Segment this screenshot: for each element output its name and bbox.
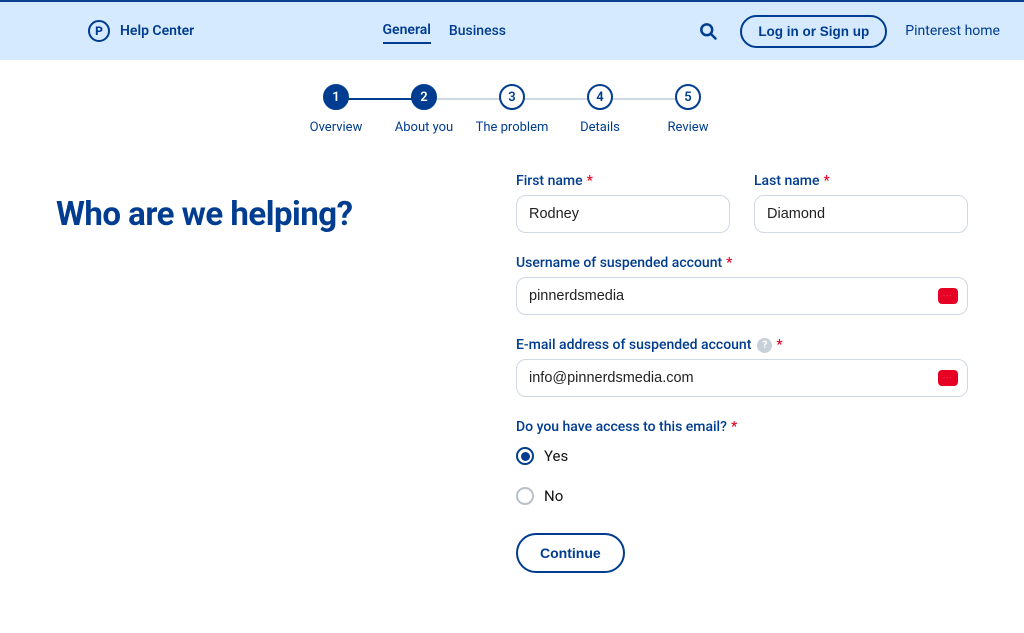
label-text: Username of suspended account	[516, 255, 722, 271]
radio-yes[interactable]: Yes	[516, 447, 968, 465]
top-bar: P Help Center General Business Log in or…	[0, 0, 1024, 60]
email-label: E-mail address of suspended account ? *	[516, 337, 968, 353]
step-number: 1	[323, 84, 349, 110]
step-number: 3	[499, 84, 525, 110]
pinterest-home-link[interactable]: Pinterest home	[905, 23, 1000, 39]
radio-dot-icon	[516, 487, 534, 505]
label-text: Last name	[754, 173, 820, 189]
step-details[interactable]: 4 Details	[556, 84, 644, 135]
required-mark: *	[587, 173, 593, 189]
step-label: The problem	[476, 120, 549, 135]
help-center-label[interactable]: Help Center	[120, 23, 194, 39]
email-access-label: Do you have access to this email?*	[516, 419, 968, 435]
login-signup-button[interactable]: Log in or Sign up	[740, 15, 887, 48]
password-manager-icon[interactable]: •••	[938, 288, 958, 304]
tab-business[interactable]: Business	[449, 19, 506, 43]
radio-label: No	[544, 487, 563, 505]
password-manager-icon[interactable]: •••	[938, 370, 958, 386]
step-number: 5	[675, 84, 701, 110]
tab-general[interactable]: General	[383, 18, 431, 44]
step-label: Overview	[310, 120, 363, 135]
last-name-input[interactable]	[754, 195, 968, 233]
pinterest-logo-icon: P	[88, 20, 110, 42]
radio-label: Yes	[544, 447, 568, 465]
step-the-problem[interactable]: 3 The problem	[468, 84, 556, 135]
username-label: Username of suspended account*	[516, 255, 968, 271]
required-mark: *	[726, 255, 732, 271]
continue-button[interactable]: Continue	[516, 533, 625, 573]
step-about-you[interactable]: 2 About you	[380, 84, 468, 135]
username-input[interactable]	[516, 277, 968, 315]
step-label: Review	[668, 120, 709, 135]
page-title: Who are we helping?	[56, 195, 476, 234]
email-input[interactable]	[516, 359, 968, 397]
required-mark: *	[776, 337, 782, 353]
label-text: First name	[516, 173, 583, 189]
label-text: Do you have access to this email?	[516, 419, 727, 435]
radio-no[interactable]: No	[516, 487, 968, 505]
step-label: Details	[580, 120, 620, 135]
first-name-input[interactable]	[516, 195, 730, 233]
radio-dot-icon	[516, 447, 534, 465]
step-label: About you	[395, 120, 453, 135]
label-text: E-mail address of suspended account	[516, 337, 751, 353]
help-icon[interactable]: ?	[757, 338, 772, 353]
required-mark: *	[824, 173, 830, 189]
progress-stepper: 1 Overview 2 About you 3 The problem 4 D…	[0, 60, 1024, 143]
about-you-form: First name* Last name* Username of suspe…	[516, 173, 968, 573]
step-number: 4	[587, 84, 613, 110]
first-name-label: First name*	[516, 173, 730, 189]
required-mark: *	[731, 419, 737, 435]
search-icon[interactable]	[694, 17, 722, 45]
main-content: Who are we helping? First name* Last nam…	[32, 143, 992, 633]
step-number: 2	[411, 84, 437, 110]
last-name-label: Last name*	[754, 173, 968, 189]
step-review[interactable]: 5 Review	[644, 84, 732, 135]
step-overview[interactable]: 1 Overview	[292, 84, 380, 135]
